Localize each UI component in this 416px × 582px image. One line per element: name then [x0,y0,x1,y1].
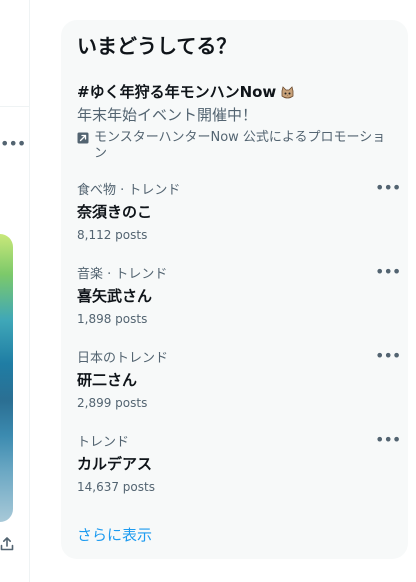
column-divider [29,0,30,582]
post-more-icon[interactable]: ••• [0,136,26,152]
promoted-trend[interactable]: #ゆく年狩る年モンハンNow 年末年始イベント開催中！ モンスターハンターNow… [77,82,397,162]
timeline-edge: ••• [0,0,30,582]
promoted-by: モンスターハンターNow 公式によるプロモーション [77,130,397,162]
more-icon[interactable]: ••• [375,348,401,367]
trend-name: 奈須きのこ [77,203,153,221]
trend-meta: 日本のトレンド [77,351,169,366]
share-icon[interactable] [0,537,14,551]
more-icon[interactable]: ••• [375,432,401,451]
trend-meta: 音楽 · トレンド [77,267,168,282]
trends-card: いまどうしてる？ #ゆく年狩る年モンハンNow 年末年始イベント開催中！ モンス… [61,20,408,559]
more-icon[interactable]: ••• [375,180,401,199]
trend-meta: トレンド [77,435,130,450]
trend-meta: 食べ物 · トレンド [77,183,181,198]
trend-item[interactable]: 日本のトレンド 研二さん 2,899 posts ••• [77,348,401,411]
trend-post-count: 14,637 posts [77,480,155,494]
trend-name: カルデアス [77,455,153,473]
trend-item[interactable]: トレンド カルデアス 14,637 posts ••• [77,432,401,495]
trend-post-count: 8,112 posts [77,228,148,242]
promoted-by-label: モンスターハンターNow 公式によるプロモーション [94,130,386,161]
post-media-image[interactable] [0,234,13,522]
trend-item[interactable]: 食べ物 · トレンド 奈須きのこ 8,112 posts ••• [77,180,401,243]
post-divider [0,106,29,107]
promoted-icon [77,132,89,144]
trend-post-count: 1,898 posts [77,312,148,326]
promoted-trend-subtitle: 年末年始イベント開催中！ [77,106,258,124]
promoted-trend-title: #ゆく年狩る年モンハンNow [77,83,277,101]
cat-icon [280,85,295,99]
trends-title: いまどうしてる？ [77,34,237,58]
show-more-link[interactable]: さらに表示 [77,525,152,545]
promoted-trend-title-row: #ゆく年狩る年モンハンNow [77,82,397,102]
trend-item[interactable]: 音楽 · トレンド 喜矢武さん 1,898 posts ••• [77,264,401,327]
trend-name: 研二さん [77,371,138,389]
more-icon[interactable]: ••• [375,264,401,283]
trend-post-count: 2,899 posts [77,396,148,410]
trend-name: 喜矢武さん [77,287,153,305]
